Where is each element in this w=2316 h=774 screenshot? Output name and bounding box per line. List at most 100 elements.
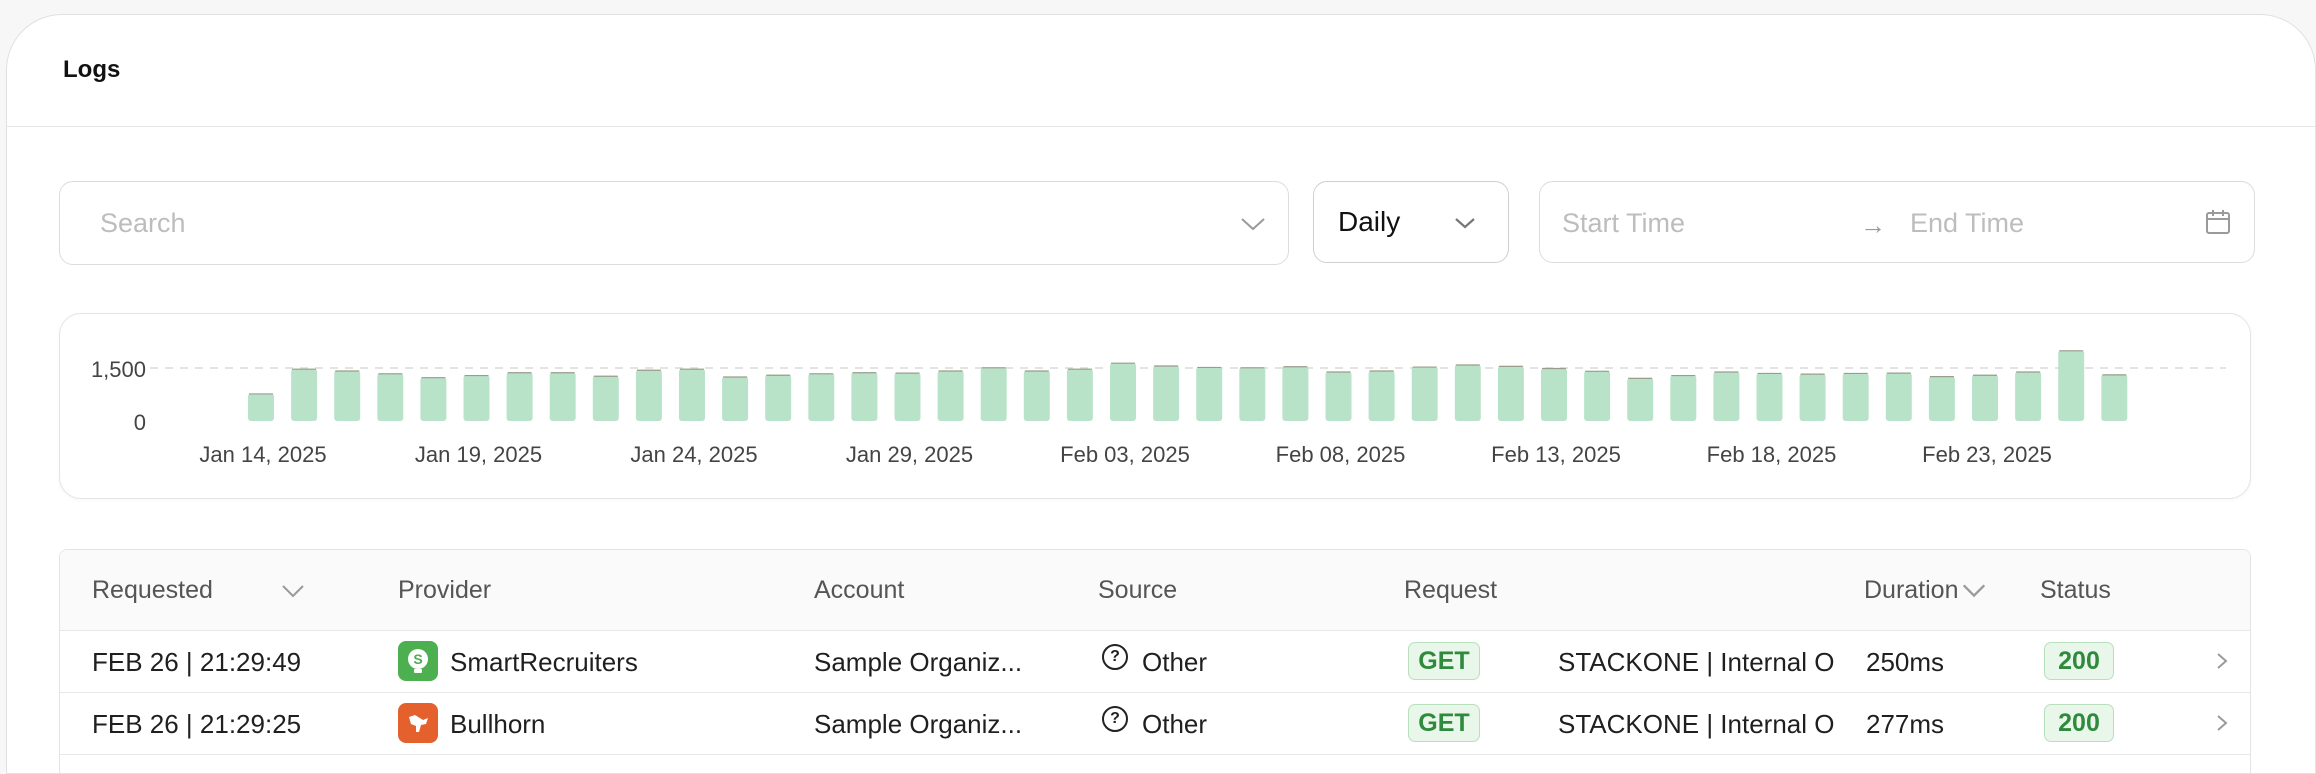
chevron-down-icon bbox=[1455, 218, 1475, 229]
date-range-picker[interactable]: Start Time → End Time bbox=[1539, 181, 2255, 263]
source-cell: Other bbox=[1142, 647, 1208, 677]
chart-bar bbox=[851, 372, 878, 421]
chart-bar bbox=[377, 373, 404, 421]
chart-bar bbox=[2101, 374, 2128, 421]
duration-cell: 277ms bbox=[1866, 709, 1945, 739]
start-time-field[interactable]: Start Time bbox=[1562, 208, 1685, 239]
chart-bar bbox=[1411, 366, 1438, 421]
logs-panel: Logs Daily Start Time → End Time 1,500 0 J… bbox=[6, 14, 2316, 774]
chart-bar bbox=[1627, 377, 1654, 421]
chart-bar bbox=[1799, 373, 1826, 421]
col-account: Account bbox=[814, 576, 905, 604]
col-duration[interactable]: Duration bbox=[1864, 576, 1987, 605]
x-tick-label: Feb 08, 2025 bbox=[1276, 442, 1406, 467]
x-tick-label: Feb 23, 2025 bbox=[1922, 442, 2052, 467]
chart-bar bbox=[291, 368, 318, 421]
chart-bar bbox=[1842, 372, 1869, 421]
y-tick-label: 0 bbox=[134, 410, 146, 435]
chart-bar bbox=[635, 369, 662, 421]
requested-cell: FEB 26 | 21:29:25 bbox=[92, 709, 302, 739]
x-tick-label: Feb 18, 2025 bbox=[1707, 442, 1837, 467]
account-cell: Sample Organiz... bbox=[814, 709, 1023, 739]
request-cell: STACKONE | Internal O bbox=[1558, 647, 1835, 677]
chart-bar bbox=[1713, 371, 1740, 421]
y-tick-label: 1,500 bbox=[91, 357, 146, 382]
chart-bar bbox=[1885, 372, 1912, 421]
table-header: Requested Provider Account Source Reques… bbox=[60, 550, 2250, 631]
chart-bar bbox=[2015, 371, 2042, 421]
chart-bar bbox=[334, 370, 361, 421]
requested-cell: FEB 26 | 21:29:49 bbox=[92, 647, 302, 677]
chart-bar bbox=[420, 377, 447, 421]
table-row[interactable]: FEB 26 | 21:29:25 Bullhorn Sample Organi… bbox=[60, 693, 2250, 755]
chart-bar bbox=[1497, 365, 1524, 421]
chart-bar bbox=[1368, 370, 1395, 421]
col-request: Request bbox=[1404, 576, 1498, 604]
chart-bar bbox=[1756, 372, 1783, 421]
status-badge: 200 bbox=[2044, 704, 2114, 742]
x-tick-label: Jan 29, 2025 bbox=[846, 442, 973, 467]
chevron-right-icon[interactable] bbox=[2214, 649, 2230, 673]
requests-chart: 1,500 0 Jan 14, 2025 Jan 19, 2025 Jan 24, 20… bbox=[59, 313, 2251, 499]
chart-bar bbox=[1282, 366, 1309, 421]
search-input[interactable] bbox=[98, 206, 1202, 240]
x-tick-label: Feb 13, 2025 bbox=[1491, 442, 1621, 467]
chart-bar bbox=[894, 372, 921, 421]
request-cell: STACKONE | Internal O bbox=[1558, 709, 1835, 739]
method-badge: GET bbox=[1408, 704, 1480, 742]
chart-bar bbox=[1928, 376, 1955, 421]
chart-bar bbox=[1670, 375, 1697, 421]
chart-bar bbox=[765, 374, 792, 421]
duration-cell: 250ms bbox=[1866, 647, 1945, 677]
chart-bar bbox=[592, 375, 619, 421]
chart-bar bbox=[1972, 374, 1998, 421]
x-tick-label: Feb 03, 2025 bbox=[1060, 442, 1190, 467]
method-badge: GET bbox=[1408, 642, 1480, 680]
chart-bar bbox=[1110, 362, 1136, 421]
page-title: Logs bbox=[63, 55, 121, 83]
interval-select[interactable]: Daily bbox=[1313, 181, 1509, 263]
x-tick-label: Jan 24, 2025 bbox=[630, 442, 757, 467]
search-select[interactable] bbox=[59, 181, 1289, 265]
col-source: Source bbox=[1098, 576, 1178, 604]
help-circle-icon: ? bbox=[1102, 706, 1128, 732]
table-row[interactable]: FEB 26 | 21:29:49 S SmartRecruiters Samp… bbox=[60, 631, 2250, 693]
chart-bar bbox=[506, 372, 533, 421]
chart-bar bbox=[2058, 350, 2085, 421]
bar-chart: 1,500 0 Jan 14, 2025 Jan 19, 2025 Jan 24, 20… bbox=[91, 350, 2226, 467]
chart-bar bbox=[980, 367, 1007, 421]
chart-bar bbox=[808, 373, 835, 421]
chevron-down-icon[interactable] bbox=[1240, 216, 1266, 232]
chart-bar bbox=[1454, 364, 1481, 421]
bullhorn-logo-icon bbox=[398, 703, 438, 743]
sort-chevron-icon[interactable] bbox=[1961, 583, 1987, 599]
provider-name: Bullhorn bbox=[450, 709, 546, 739]
x-tick-label: Jan 19, 2025 bbox=[415, 442, 542, 467]
sort-chevron-icon[interactable] bbox=[280, 583, 306, 599]
chevron-right-icon[interactable] bbox=[2214, 711, 2230, 735]
interval-value: Daily bbox=[1338, 206, 1401, 237]
panel-header: Logs bbox=[7, 15, 2315, 127]
end-time-field[interactable]: End Time bbox=[1910, 208, 2024, 239]
chart-bar bbox=[1325, 371, 1352, 421]
status-badge: 200 bbox=[2044, 642, 2114, 680]
source-cell: Other bbox=[1142, 709, 1208, 739]
arrow-right-icon: → bbox=[1860, 210, 1886, 240]
logs-table: Requested Provider Account Source Reques… bbox=[59, 549, 2251, 773]
chart-bar bbox=[937, 370, 964, 421]
x-tick-label: Jan 14, 2025 bbox=[199, 442, 326, 467]
chart-bar bbox=[679, 368, 705, 421]
chart-bar bbox=[722, 376, 749, 421]
account-cell: Sample Organiz... bbox=[814, 647, 1023, 677]
chart-bar bbox=[1066, 368, 1093, 421]
smartrecruiters-logo-icon: S bbox=[398, 641, 438, 681]
chart-bar bbox=[1541, 368, 1567, 421]
chart-bar bbox=[1239, 367, 1266, 421]
col-provider: Provider bbox=[398, 576, 492, 604]
chart-bar bbox=[549, 372, 576, 421]
col-status: Status bbox=[2040, 576, 2111, 604]
provider-name: SmartRecruiters bbox=[450, 647, 638, 677]
calendar-icon[interactable] bbox=[2204, 208, 2232, 236]
chart-bar bbox=[1023, 370, 1050, 421]
col-requested[interactable]: Requested bbox=[92, 576, 306, 605]
